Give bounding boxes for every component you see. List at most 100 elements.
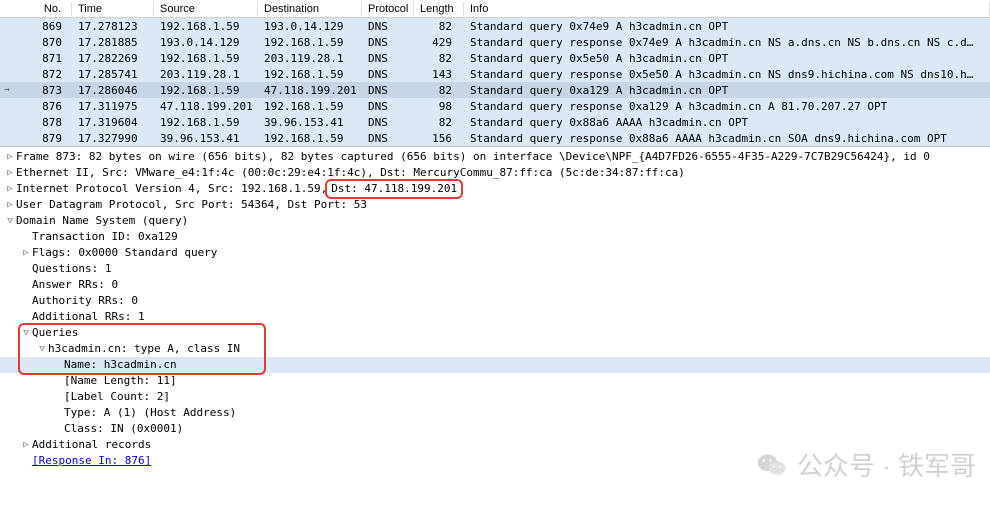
- cell-dst: 192.168.1.59: [258, 100, 362, 113]
- cell-len: 98: [414, 100, 464, 113]
- addl-text: Additional records: [32, 437, 151, 453]
- cell-time: 17.319604: [72, 116, 154, 129]
- cell-src: 192.168.1.59: [154, 84, 258, 97]
- detail-ethernet[interactable]: ▷ Ethernet II, Src: VMware_e4:1f:4c (00:…: [0, 165, 990, 181]
- detail-query-class[interactable]: Class: IN (0x0001): [0, 421, 990, 437]
- expand-icon[interactable]: ▷: [20, 245, 32, 261]
- cell-src: 193.0.14.129: [154, 36, 258, 49]
- ip-text-dst: Dst: 47.118.199.201: [327, 181, 461, 197]
- detail-ip[interactable]: ▷ Internet Protocol Version 4, Src: 192.…: [0, 181, 990, 197]
- cell-no: 871: [14, 52, 72, 65]
- expand-icon[interactable]: ▷: [20, 437, 32, 453]
- cell-dst: 192.168.1.59: [258, 36, 362, 49]
- name-len-text: [Name Length: 11]: [64, 373, 177, 389]
- packet-row[interactable]: 87117.282269192.168.1.59203.119.28.1DNS8…: [0, 50, 990, 66]
- cell-info: Standard query 0x74e9 A h3cadmin.cn OPT: [464, 20, 990, 33]
- expand-icon[interactable]: ▷: [4, 197, 16, 213]
- packet-row[interactable]: →87317.286046192.168.1.5947.118.199.201D…: [0, 82, 990, 98]
- detail-label-count[interactable]: [Label Count: 2]: [0, 389, 990, 405]
- col-time[interactable]: Time: [72, 2, 154, 16]
- detail-questions[interactable]: Questions: 1: [0, 261, 990, 277]
- detail-flags[interactable]: ▷ Flags: 0x0000 Standard query: [0, 245, 990, 261]
- collapse-icon[interactable]: ▽: [4, 213, 16, 229]
- col-destination[interactable]: Destination: [258, 2, 362, 16]
- cell-info: Standard query response 0xa129 A h3cadmi…: [464, 100, 990, 113]
- response-in-link[interactable]: [Response In: 876]: [32, 453, 151, 469]
- cell-time: 17.281885: [72, 36, 154, 49]
- packet-list-pane: No. Time Source Destination Protocol Len…: [0, 0, 990, 147]
- detail-query-name[interactable]: Name: h3cadmin.cn: [0, 357, 990, 373]
- cell-dst: 192.168.1.59: [258, 132, 362, 145]
- cell-dst: 47.118.199.201: [258, 84, 362, 97]
- class-text: Class: IN (0x0001): [64, 421, 183, 437]
- cell-info: Standard query 0xa129 A h3cadmin.cn OPT: [464, 84, 990, 97]
- packet-row[interactable]: 87817.319604192.168.1.5939.96.153.41DNS8…: [0, 114, 990, 130]
- cell-len: 429: [414, 36, 464, 49]
- cell-proto: DNS: [362, 116, 414, 129]
- packet-row[interactable]: 86917.278123192.168.1.59193.0.14.129DNS8…: [0, 18, 990, 34]
- cell-proto: DNS: [362, 20, 414, 33]
- authority-text: Authority RRs: 0: [32, 293, 138, 309]
- flags-text: Flags: 0x0000 Standard query: [32, 245, 217, 261]
- detail-additional-rrs[interactable]: Additional RRs: 1: [0, 309, 990, 325]
- col-protocol[interactable]: Protocol: [362, 2, 414, 16]
- cell-proto: DNS: [362, 52, 414, 65]
- detail-frame[interactable]: ▷ Frame 873: 82 bytes on wire (656 bits)…: [0, 149, 990, 165]
- cell-dst: 193.0.14.129: [258, 20, 362, 33]
- collapse-icon[interactable]: ▽: [20, 325, 32, 341]
- detail-dns[interactable]: ▽ Domain Name System (query): [0, 213, 990, 229]
- watermark: 公众号 · 铁军哥: [757, 446, 976, 483]
- collapse-icon[interactable]: ▽: [36, 341, 48, 357]
- cell-no: 870: [14, 36, 72, 49]
- cell-proto: DNS: [362, 36, 414, 49]
- cell-info: Standard query 0x5e50 A h3cadmin.cn OPT: [464, 52, 990, 65]
- cell-src: 47.118.199.201: [154, 100, 258, 113]
- detail-query-type[interactable]: Type: A (1) (Host Address): [0, 405, 990, 421]
- detail-answer-rrs[interactable]: Answer RRs: 0: [0, 277, 990, 293]
- label-count-text: [Label Count: 2]: [64, 389, 170, 405]
- packet-row[interactable]: 87917.32799039.96.153.41192.168.1.59DNS1…: [0, 130, 990, 146]
- detail-query-item[interactable]: ▽ h3cadmin.cn: type A, class IN: [0, 341, 990, 357]
- col-info[interactable]: Info: [464, 2, 990, 16]
- txid-text: Transaction ID: 0xa129: [32, 229, 178, 245]
- col-no[interactable]: No.: [14, 2, 72, 16]
- cell-info: Standard query 0x88a6 AAAA h3cadmin.cn O…: [464, 116, 990, 129]
- watermark-text: 公众号 · 铁军哥: [797, 446, 976, 483]
- expand-icon[interactable]: ▷: [4, 165, 16, 181]
- packet-details-pane: ▷ Frame 873: 82 bytes on wire (656 bits)…: [0, 147, 990, 471]
- cell-no: 872: [14, 68, 72, 81]
- packet-row[interactable]: 87217.285741203.119.28.1192.168.1.59DNS1…: [0, 66, 990, 82]
- cell-info: Standard query response 0x88a6 AAAA h3ca…: [464, 132, 990, 145]
- cell-dst: 192.168.1.59: [258, 68, 362, 81]
- expand-icon[interactable]: ▷: [4, 181, 16, 197]
- cell-dst: 203.119.28.1: [258, 52, 362, 65]
- cell-len: 82: [414, 20, 464, 33]
- ip-text-pre: Internet Protocol Version 4, Src: 192.16…: [16, 181, 327, 197]
- cell-src: 192.168.1.59: [154, 52, 258, 65]
- cell-proto: DNS: [362, 132, 414, 145]
- detail-name-length[interactable]: [Name Length: 11]: [0, 373, 990, 389]
- col-length[interactable]: Length: [414, 2, 464, 16]
- detail-udp[interactable]: ▷ User Datagram Protocol, Src Port: 5436…: [0, 197, 990, 213]
- packet-row[interactable]: 87017.281885193.0.14.129192.168.1.59DNS4…: [0, 34, 990, 50]
- cell-no: 873: [14, 84, 72, 97]
- wechat-icon: [757, 452, 787, 478]
- udp-text: User Datagram Protocol, Src Port: 54364,…: [16, 197, 367, 213]
- additional-text: Additional RRs: 1: [32, 309, 145, 325]
- expand-icon[interactable]: ▷: [4, 149, 16, 165]
- dns-text: Domain Name System (query): [16, 213, 188, 229]
- cell-no: 879: [14, 132, 72, 145]
- cell-len: 82: [414, 116, 464, 129]
- detail-txid[interactable]: Transaction ID: 0xa129: [0, 229, 990, 245]
- cell-time: 17.278123: [72, 20, 154, 33]
- cell-proto: DNS: [362, 84, 414, 97]
- type-text: Type: A (1) (Host Address): [64, 405, 236, 421]
- cell-info: Standard query response 0x5e50 A h3cadmi…: [464, 68, 990, 81]
- col-source[interactable]: Source: [154, 2, 258, 16]
- cell-no: 876: [14, 100, 72, 113]
- detail-queries[interactable]: ▽ Queries: [0, 325, 990, 341]
- packet-row[interactable]: 87617.31197547.118.199.201192.168.1.59DN…: [0, 98, 990, 114]
- cell-len: 82: [414, 52, 464, 65]
- detail-authority-rrs[interactable]: Authority RRs: 0: [0, 293, 990, 309]
- eth-text: Ethernet II, Src: VMware_e4:1f:4c (00:0c…: [16, 165, 685, 181]
